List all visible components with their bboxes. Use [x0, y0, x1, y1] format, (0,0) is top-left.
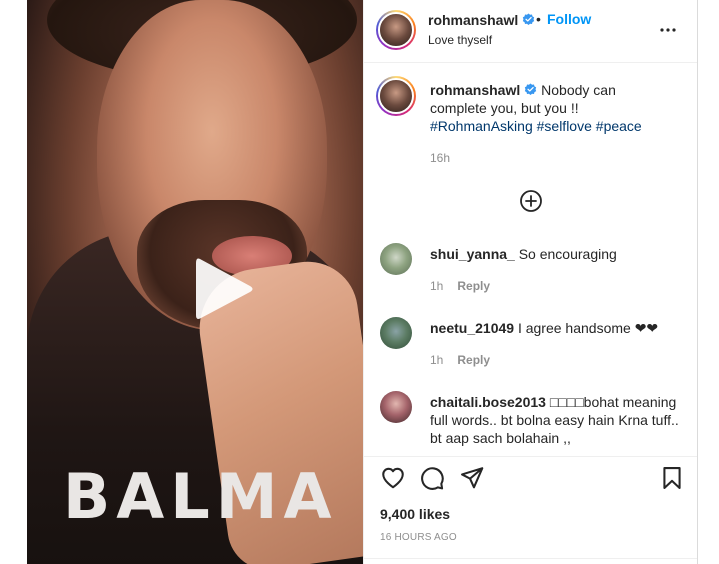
- left-backdrop: [0, 0, 27, 564]
- comment-time[interactable]: 1h: [430, 279, 443, 293]
- play-icon[interactable]: [192, 253, 256, 325]
- verified-badge-icon: [525, 83, 537, 96]
- reply-button[interactable]: Reply: [457, 279, 490, 293]
- comment-text: shui_yanna_ So encouraging: [430, 245, 680, 263]
- post-actions-bar: [364, 456, 698, 496]
- hashtag-link[interactable]: #selflove: [537, 118, 592, 134]
- share-icon[interactable]: [459, 465, 485, 491]
- plus-circle-icon[interactable]: [519, 189, 543, 213]
- heart-icon[interactable]: [380, 465, 406, 491]
- divider: [364, 558, 698, 559]
- commenter-username[interactable]: chaitali.bose2013: [430, 394, 546, 410]
- commenter-avatar[interactable]: [380, 317, 412, 349]
- instagram-post-modal: BALMA rohmanshawl • Follow Love thyself …: [0, 0, 719, 564]
- author-avatar[interactable]: [376, 10, 416, 50]
- separator-dot: •: [536, 11, 541, 27]
- hashtag-link[interactable]: #RohmanAsking: [430, 118, 533, 134]
- likes-count[interactable]: 9,400 likes: [380, 506, 450, 522]
- follow-button[interactable]: Follow: [547, 11, 591, 27]
- commenter-avatar[interactable]: [380, 391, 412, 423]
- caption-text: rohmanshawl Nobody can complete you, but…: [430, 81, 670, 135]
- comment-text: neetu_21049 I agree handsome ❤❤: [430, 319, 680, 337]
- caption-avatar[interactable]: [376, 76, 416, 116]
- author-username-text[interactable]: rohmanshawl: [428, 12, 518, 28]
- shirt-print-text: BALMA: [63, 460, 338, 533]
- post-header: rohmanshawl • Follow Love thyself: [364, 0, 698, 63]
- post-timestamp[interactable]: 16 HOURS AGO: [380, 532, 457, 543]
- verified-badge-icon: [523, 13, 535, 26]
- comment-time[interactable]: 1h: [430, 353, 443, 367]
- caption-timestamp[interactable]: 16h: [430, 151, 450, 165]
- comment-text: chaitali.bose2013 □□□□bohat meaning full…: [430, 393, 680, 447]
- post-location[interactable]: Love thyself: [428, 33, 492, 47]
- comment-body: So encouraging: [518, 246, 617, 262]
- right-backdrop: [697, 0, 719, 564]
- more-options-icon[interactable]: [656, 18, 680, 42]
- caption-username[interactable]: rohmanshawl: [430, 82, 520, 98]
- author-username[interactable]: rohmanshawl: [428, 12, 535, 28]
- comment-meta: 1h Reply: [430, 279, 490, 293]
- hashtag-link[interactable]: #peace: [596, 118, 642, 134]
- reply-button[interactable]: Reply: [457, 353, 490, 367]
- post-video[interactable]: BALMA: [27, 0, 363, 564]
- commenter-avatar[interactable]: [380, 243, 412, 275]
- post-details-panel: rohmanshawl • Follow Love thyself rohman…: [363, 0, 698, 564]
- comment-body: I agree handsome ❤❤: [517, 320, 659, 336]
- commenter-username[interactable]: neetu_21049: [430, 320, 514, 336]
- comment-meta: 1h Reply: [430, 353, 490, 367]
- commenter-username[interactable]: shui_yanna_: [430, 246, 515, 262]
- bookmark-icon[interactable]: [659, 465, 685, 491]
- comment-icon[interactable]: [419, 465, 445, 491]
